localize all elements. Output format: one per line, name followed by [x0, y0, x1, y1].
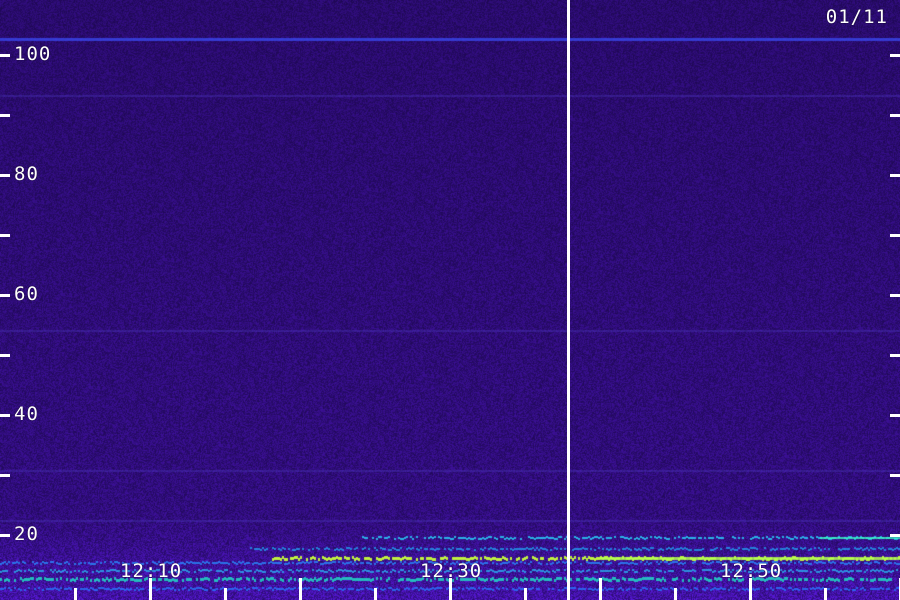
- date-label: 01/11: [825, 6, 888, 28]
- y-axis-label-100: 100: [14, 43, 52, 65]
- y-tick-left: [0, 54, 10, 57]
- y-tick-right: [890, 474, 900, 477]
- y-tick-left: [0, 174, 10, 177]
- y-axis-label-80: 80: [14, 163, 39, 185]
- y-tick-left: [0, 114, 10, 117]
- y-tick-left: [0, 474, 10, 477]
- x-tick: [374, 588, 377, 600]
- y-tick-right: [890, 174, 900, 177]
- spectrogram-canvas: [0, 0, 900, 600]
- y-axis-label-60: 60: [14, 283, 39, 305]
- y-tick-right: [890, 534, 900, 537]
- x-tick: [299, 578, 302, 600]
- y-axis-label-20: 20: [14, 523, 39, 545]
- y-tick-right: [890, 114, 900, 117]
- x-tick: [74, 588, 77, 600]
- x-tick: [224, 588, 227, 600]
- y-tick-left: [0, 354, 10, 357]
- y-tick-right: [890, 234, 900, 237]
- x-tick: [524, 588, 527, 600]
- y-tick-left: [0, 534, 10, 537]
- x-tick: [824, 588, 827, 600]
- x-tick: [149, 578, 152, 600]
- y-tick-right: [890, 414, 900, 417]
- y-tick-left: [0, 234, 10, 237]
- x-tick: [449, 578, 452, 600]
- x-tick: [599, 578, 602, 600]
- y-tick-left: [0, 414, 10, 417]
- y-axis-label-40: 40: [14, 403, 39, 425]
- y-tick-right: [890, 294, 900, 297]
- y-tick-right: [890, 354, 900, 357]
- x-tick: [674, 588, 677, 600]
- y-tick-right: [890, 54, 900, 57]
- y-tick-left: [0, 294, 10, 297]
- x-tick: [749, 578, 752, 600]
- time-cursor-line[interactable]: [567, 0, 570, 600]
